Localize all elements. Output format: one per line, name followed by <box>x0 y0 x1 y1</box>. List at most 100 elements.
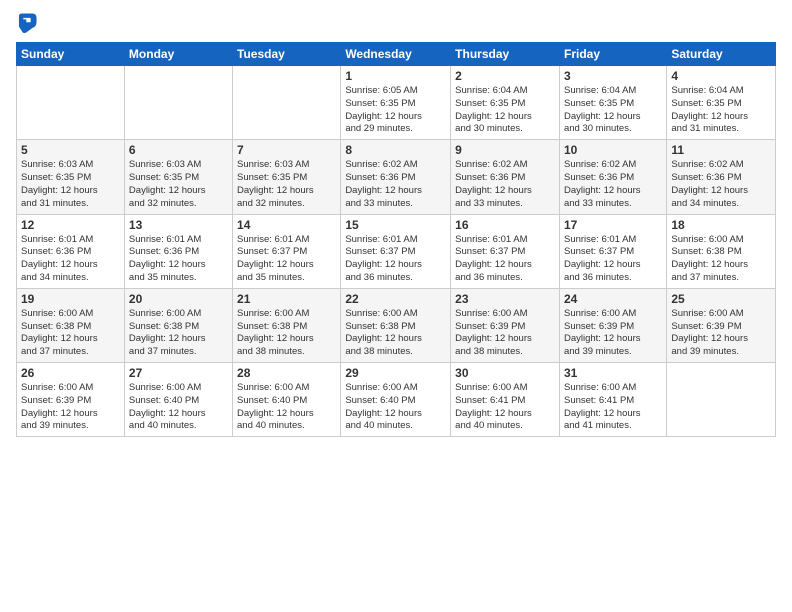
cell-info: Sunrise: 6:04 AM Sunset: 6:35 PM Dayligh… <box>671 85 771 136</box>
cell-info: Sunrise: 6:04 AM Sunset: 6:35 PM Dayligh… <box>564 85 662 136</box>
calendar-cell: 31 Sunrise: 6:00 AM Sunset: 6:41 PM Dayli… <box>559 363 666 437</box>
cell-day-number: 20 <box>129 292 228 306</box>
cell-day-number: 25 <box>671 292 771 306</box>
calendar-cell: 4 Sunrise: 6:04 AM Sunset: 6:35 PM Daylig… <box>667 66 776 140</box>
calendar-week-5: 26 Sunrise: 6:00 AM Sunset: 6:39 PM Dayli… <box>17 363 776 437</box>
cell-info: Sunrise: 6:00 AM Sunset: 6:39 PM Dayligh… <box>671 308 771 359</box>
cell-day-number: 31 <box>564 366 662 380</box>
cell-info: Sunrise: 6:01 AM Sunset: 6:36 PM Dayligh… <box>129 234 228 285</box>
cell-info: Sunrise: 6:03 AM Sunset: 6:35 PM Dayligh… <box>129 159 228 210</box>
cell-day-number: 7 <box>237 143 336 157</box>
cell-info: Sunrise: 6:02 AM Sunset: 6:36 PM Dayligh… <box>671 159 771 210</box>
weekday-header-sunday: Sunday <box>17 43 125 66</box>
weekday-header-row: SundayMondayTuesdayWednesdayThursdayFrid… <box>17 43 776 66</box>
weekday-header-thursday: Thursday <box>451 43 560 66</box>
cell-info: Sunrise: 6:01 AM Sunset: 6:37 PM Dayligh… <box>345 234 446 285</box>
calendar-cell: 6 Sunrise: 6:03 AM Sunset: 6:35 PM Daylig… <box>124 140 232 214</box>
cell-day-number: 24 <box>564 292 662 306</box>
calendar-cell: 11 Sunrise: 6:02 AM Sunset: 6:36 PM Dayli… <box>667 140 776 214</box>
weekday-header-friday: Friday <box>559 43 666 66</box>
cell-day-number: 28 <box>237 366 336 380</box>
cell-info: Sunrise: 6:03 AM Sunset: 6:35 PM Dayligh… <box>21 159 120 210</box>
calendar-week-2: 5 Sunrise: 6:03 AM Sunset: 6:35 PM Daylig… <box>17 140 776 214</box>
logo <box>16 12 42 34</box>
calendar-cell <box>233 66 341 140</box>
cell-day-number: 17 <box>564 218 662 232</box>
cell-info: Sunrise: 6:00 AM Sunset: 6:41 PM Dayligh… <box>564 382 662 433</box>
cell-day-number: 27 <box>129 366 228 380</box>
calendar-cell: 16 Sunrise: 6:01 AM Sunset: 6:37 PM Dayli… <box>451 214 560 288</box>
calendar-cell: 5 Sunrise: 6:03 AM Sunset: 6:35 PM Daylig… <box>17 140 125 214</box>
cell-info: Sunrise: 6:00 AM Sunset: 6:39 PM Dayligh… <box>455 308 555 359</box>
cell-day-number: 23 <box>455 292 555 306</box>
cell-info: Sunrise: 6:01 AM Sunset: 6:37 PM Dayligh… <box>564 234 662 285</box>
cell-day-number: 2 <box>455 69 555 83</box>
cell-day-number: 10 <box>564 143 662 157</box>
calendar-cell: 26 Sunrise: 6:00 AM Sunset: 6:39 PM Dayli… <box>17 363 125 437</box>
cell-info: Sunrise: 6:00 AM Sunset: 6:39 PM Dayligh… <box>564 308 662 359</box>
calendar-cell <box>124 66 232 140</box>
cell-info: Sunrise: 6:00 AM Sunset: 6:38 PM Dayligh… <box>129 308 228 359</box>
cell-day-number: 4 <box>671 69 771 83</box>
cell-info: Sunrise: 6:00 AM Sunset: 6:38 PM Dayligh… <box>671 234 771 285</box>
cell-day-number: 29 <box>345 366 446 380</box>
cell-info: Sunrise: 6:00 AM Sunset: 6:40 PM Dayligh… <box>129 382 228 433</box>
calendar-cell: 20 Sunrise: 6:00 AM Sunset: 6:38 PM Dayli… <box>124 288 232 362</box>
calendar-cell <box>667 363 776 437</box>
calendar-cell: 21Sunrise: 6:00 AM Sunset: 6:38 PM Dayli… <box>233 288 341 362</box>
cell-day-number: 16 <box>455 218 555 232</box>
cell-day-number: 15 <box>345 218 446 232</box>
calendar-cell: 27 Sunrise: 6:00 AM Sunset: 6:40 PM Dayli… <box>124 363 232 437</box>
calendar-cell: 15 Sunrise: 6:01 AM Sunset: 6:37 PM Dayli… <box>341 214 451 288</box>
calendar-cell: 17 Sunrise: 6:01 AM Sunset: 6:37 PM Dayli… <box>559 214 666 288</box>
calendar-cell: 3Sunrise: 6:04 AM Sunset: 6:35 PM Daylig… <box>559 66 666 140</box>
cell-day-number: 5 <box>21 143 120 157</box>
cell-info: Sunrise: 6:00 AM Sunset: 6:40 PM Dayligh… <box>237 382 336 433</box>
cell-info: Sunrise: 6:03 AM Sunset: 6:35 PM Dayligh… <box>237 159 336 210</box>
calendar-cell: 14 Sunrise: 6:01 AM Sunset: 6:37 PM Dayli… <box>233 214 341 288</box>
calendar-cell: 13 Sunrise: 6:01 AM Sunset: 6:36 PM Dayli… <box>124 214 232 288</box>
cell-day-number: 19 <box>21 292 120 306</box>
header <box>16 12 776 34</box>
cell-info: Sunrise: 6:00 AM Sunset: 6:38 PM Dayligh… <box>21 308 120 359</box>
cell-day-number: 12 <box>21 218 120 232</box>
cell-day-number: 1 <box>345 69 446 83</box>
cell-info: Sunrise: 6:02 AM Sunset: 6:36 PM Dayligh… <box>455 159 555 210</box>
cell-day-number: 6 <box>129 143 228 157</box>
calendar-cell: 1 Sunrise: 6:05 AM Sunset: 6:35 PM Daylig… <box>341 66 451 140</box>
calendar-cell: 7 Sunrise: 6:03 AM Sunset: 6:35 PM Daylig… <box>233 140 341 214</box>
cell-day-number: 11 <box>671 143 771 157</box>
page: SundayMondayTuesdayWednesdayThursdayFrid… <box>0 0 792 612</box>
cell-day-number: 30 <box>455 366 555 380</box>
weekday-header-tuesday: Tuesday <box>233 43 341 66</box>
cell-info: Sunrise: 6:00 AM Sunset: 6:39 PM Dayligh… <box>21 382 120 433</box>
calendar-week-1: 1 Sunrise: 6:05 AM Sunset: 6:35 PM Daylig… <box>17 66 776 140</box>
weekday-header-saturday: Saturday <box>667 43 776 66</box>
logo-icon <box>16 12 38 34</box>
calendar-cell <box>17 66 125 140</box>
calendar-cell: 24 Sunrise: 6:00 AM Sunset: 6:39 PM Dayli… <box>559 288 666 362</box>
cell-day-number: 18 <box>671 218 771 232</box>
calendar-week-4: 19 Sunrise: 6:00 AM Sunset: 6:38 PM Dayli… <box>17 288 776 362</box>
cell-info: Sunrise: 6:05 AM Sunset: 6:35 PM Dayligh… <box>345 85 446 136</box>
calendar-cell: 23 Sunrise: 6:00 AM Sunset: 6:39 PM Dayli… <box>451 288 560 362</box>
cell-day-number: 9 <box>455 143 555 157</box>
calendar-cell: 18 Sunrise: 6:00 AM Sunset: 6:38 PM Dayli… <box>667 214 776 288</box>
cell-day-number: 26 <box>21 366 120 380</box>
calendar-cell: 12Sunrise: 6:01 AM Sunset: 6:36 PM Dayli… <box>17 214 125 288</box>
cell-info: Sunrise: 6:00 AM Sunset: 6:40 PM Dayligh… <box>345 382 446 433</box>
cell-day-number: 13 <box>129 218 228 232</box>
cell-day-number: 22 <box>345 292 446 306</box>
cell-info: Sunrise: 6:04 AM Sunset: 6:35 PM Dayligh… <box>455 85 555 136</box>
cell-info: Sunrise: 6:00 AM Sunset: 6:38 PM Dayligh… <box>345 308 446 359</box>
weekday-header-wednesday: Wednesday <box>341 43 451 66</box>
calendar-cell: 28 Sunrise: 6:00 AM Sunset: 6:40 PM Dayli… <box>233 363 341 437</box>
cell-info: Sunrise: 6:00 AM Sunset: 6:41 PM Dayligh… <box>455 382 555 433</box>
calendar-cell: 25 Sunrise: 6:00 AM Sunset: 6:39 PM Dayli… <box>667 288 776 362</box>
cell-info: Sunrise: 6:02 AM Sunset: 6:36 PM Dayligh… <box>564 159 662 210</box>
calendar-cell: 19 Sunrise: 6:00 AM Sunset: 6:38 PM Dayli… <box>17 288 125 362</box>
cell-day-number: 8 <box>345 143 446 157</box>
cell-info: Sunrise: 6:01 AM Sunset: 6:37 PM Dayligh… <box>455 234 555 285</box>
cell-day-number: 14 <box>237 218 336 232</box>
cell-info: Sunrise: 6:01 AM Sunset: 6:37 PM Dayligh… <box>237 234 336 285</box>
